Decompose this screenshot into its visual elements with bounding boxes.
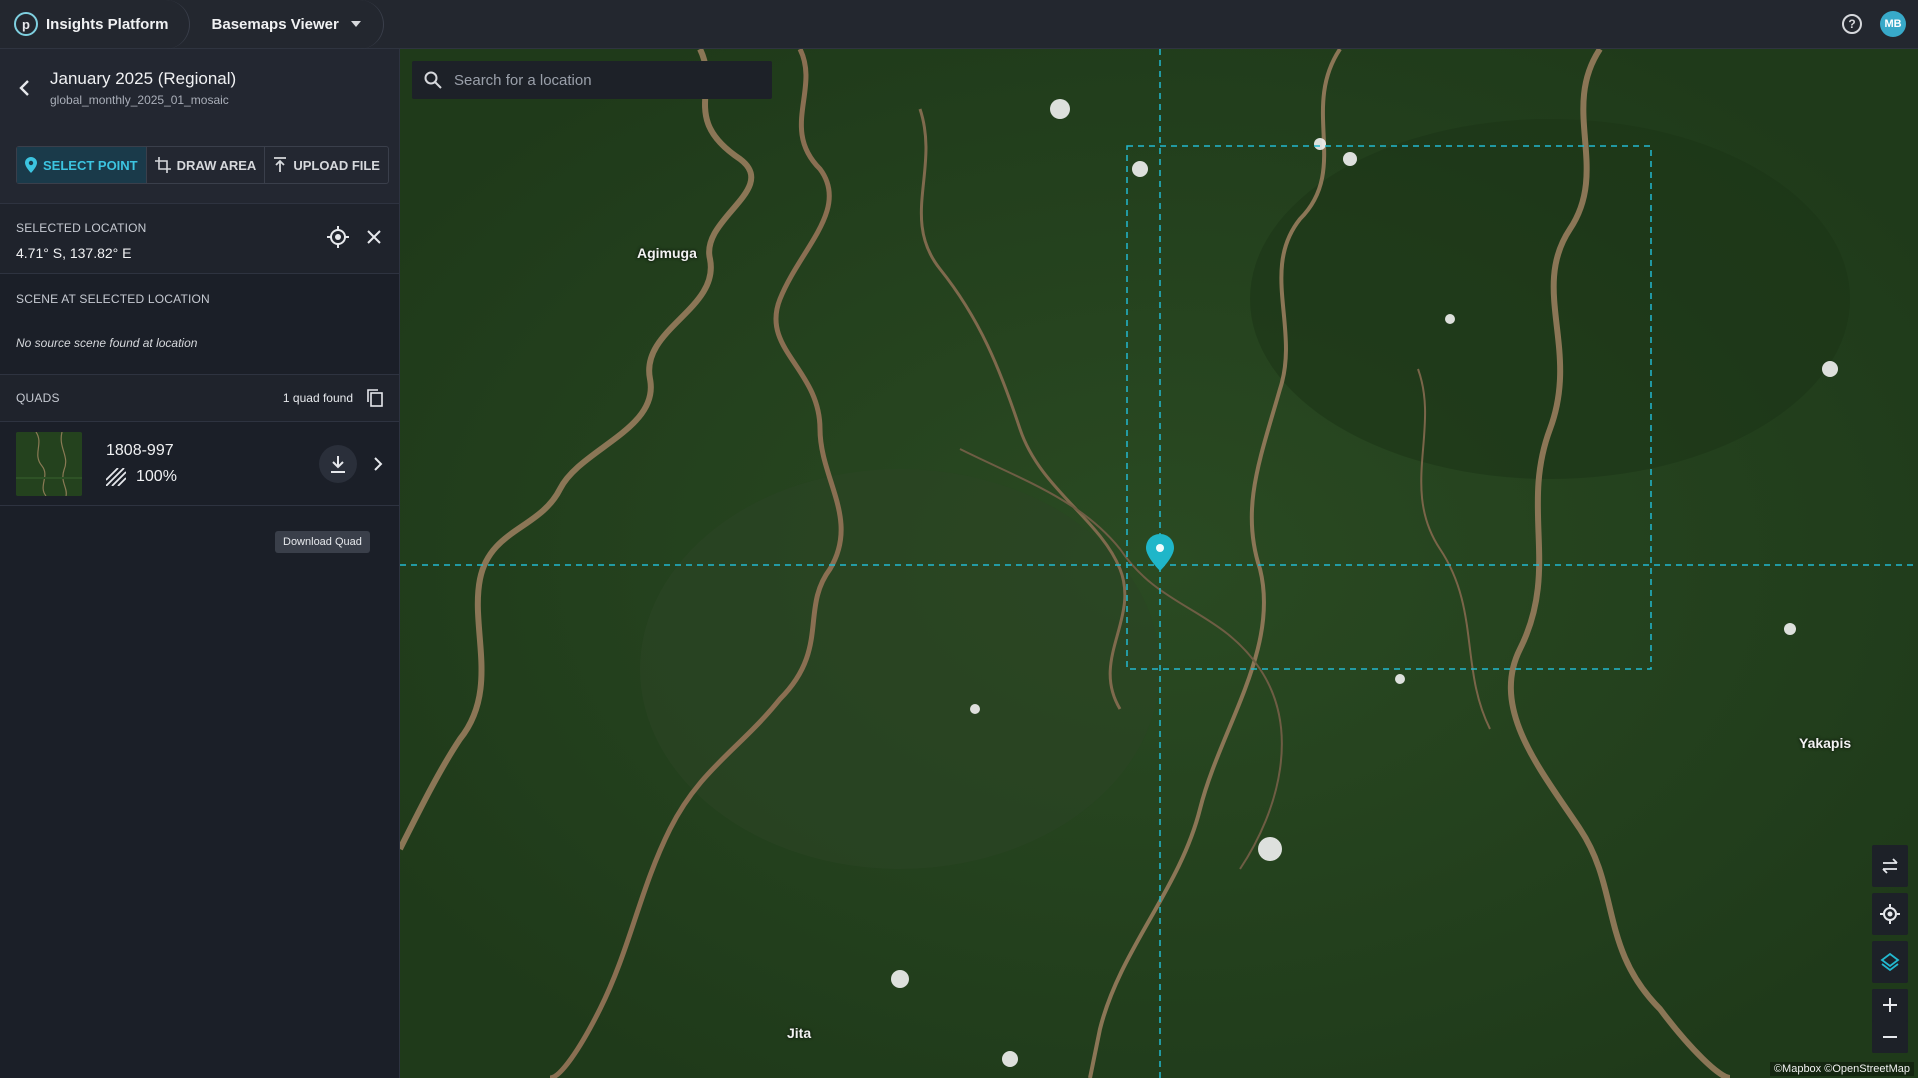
draw-area-button[interactable]: DRAW AREA xyxy=(147,147,266,183)
geolocate-button[interactable] xyxy=(1872,893,1908,935)
quads-header: QUADS 1 quad found xyxy=(0,375,399,422)
place-label: Agimuga xyxy=(637,245,697,261)
mosaic-title: January 2025 (Regional) xyxy=(50,69,237,88)
locate-icon xyxy=(1880,904,1900,924)
brand-logo-icon: p xyxy=(14,12,38,36)
draw-area-label: DRAW AREA xyxy=(176,157,257,173)
scene-label: SCENE AT SELECTED LOCATION xyxy=(16,292,210,306)
search-input[interactable] xyxy=(454,71,754,89)
app-switcher[interactable]: Basemaps Viewer xyxy=(190,0,384,49)
quad-coverage: 100% xyxy=(136,467,177,485)
swap-icon xyxy=(1882,858,1898,874)
quads-count: 1 quad found xyxy=(282,391,353,405)
avatar[interactable]: MB xyxy=(1880,11,1906,37)
crop-icon xyxy=(154,157,171,173)
download-quad-button[interactable] xyxy=(319,444,357,483)
app-switcher-label: Basemaps Viewer xyxy=(211,15,339,33)
place-label: Jita xyxy=(787,1025,812,1041)
zoom-out-button[interactable] xyxy=(1872,1021,1908,1053)
upload-file-button[interactable]: UPLOAD FILE xyxy=(265,147,388,183)
upload-file-label: UPLOAD FILE xyxy=(293,157,380,173)
select-point-button[interactable]: SELECT POINT xyxy=(17,147,147,183)
quads-label: QUADS xyxy=(16,391,60,405)
map-pin-icon xyxy=(25,157,37,173)
sidebar: January 2025 (Regional) global_monthly_2… xyxy=(0,49,400,1078)
layers-button[interactable] xyxy=(1872,941,1908,983)
locate-icon[interactable] xyxy=(327,226,349,248)
layers-icon xyxy=(1880,952,1900,972)
quad-thumbnail xyxy=(16,431,82,496)
download-icon xyxy=(331,455,345,473)
selected-location-panel: SELECTED LOCATION 4.71° S, 137.82° E xyxy=(0,204,399,274)
brand[interactable]: p Insights Platform xyxy=(0,0,190,49)
swap-button[interactable] xyxy=(1872,845,1908,887)
selection-tools: SELECT POINT DRAW AREA UPLOAD FILE xyxy=(0,129,399,204)
coverage-icon xyxy=(106,467,126,486)
scene-panel: SCENE AT SELECTED LOCATION No source sce… xyxy=(0,274,399,375)
chevron-down-icon xyxy=(350,21,361,27)
place-label: Yakapis xyxy=(1799,735,1852,751)
map-view[interactable]: Agimuga Yakapis Jita ©Mapbox ©OpenStreet… xyxy=(400,49,1918,1078)
upload-icon xyxy=(274,157,287,172)
top-bar: p Insights Platform Basemaps Viewer ? MB xyxy=(0,0,1918,49)
plus-icon xyxy=(1883,998,1897,1012)
minus-icon xyxy=(1883,1036,1897,1038)
map-controls xyxy=(1872,845,1908,1053)
scene-message: No source scene found at location xyxy=(16,336,198,350)
download-tooltip: Download Quad xyxy=(275,531,370,553)
sidebar-header: January 2025 (Regional) global_monthly_2… xyxy=(0,49,399,129)
copy-icon[interactable] xyxy=(367,389,383,407)
back-arrow-icon[interactable] xyxy=(16,79,34,97)
quad-id: 1808-997 xyxy=(106,441,174,459)
search-icon xyxy=(424,71,442,89)
brand-name: Insights Platform xyxy=(46,15,169,33)
satellite-imagery xyxy=(400,49,1918,1078)
select-point-label: SELECT POINT xyxy=(43,157,138,173)
map-attribution[interactable]: ©Mapbox ©OpenStreetMap xyxy=(1769,1062,1914,1076)
mosaic-id: global_monthly_2025_01_mosaic xyxy=(50,93,229,107)
location-search[interactable] xyxy=(412,61,772,99)
zoom-in-button[interactable] xyxy=(1872,989,1908,1021)
help-icon[interactable]: ? xyxy=(1842,14,1862,34)
close-icon[interactable] xyxy=(367,230,381,244)
chevron-right-icon[interactable] xyxy=(373,456,383,471)
list-item[interactable]: 1808-997 100% xyxy=(0,422,399,506)
